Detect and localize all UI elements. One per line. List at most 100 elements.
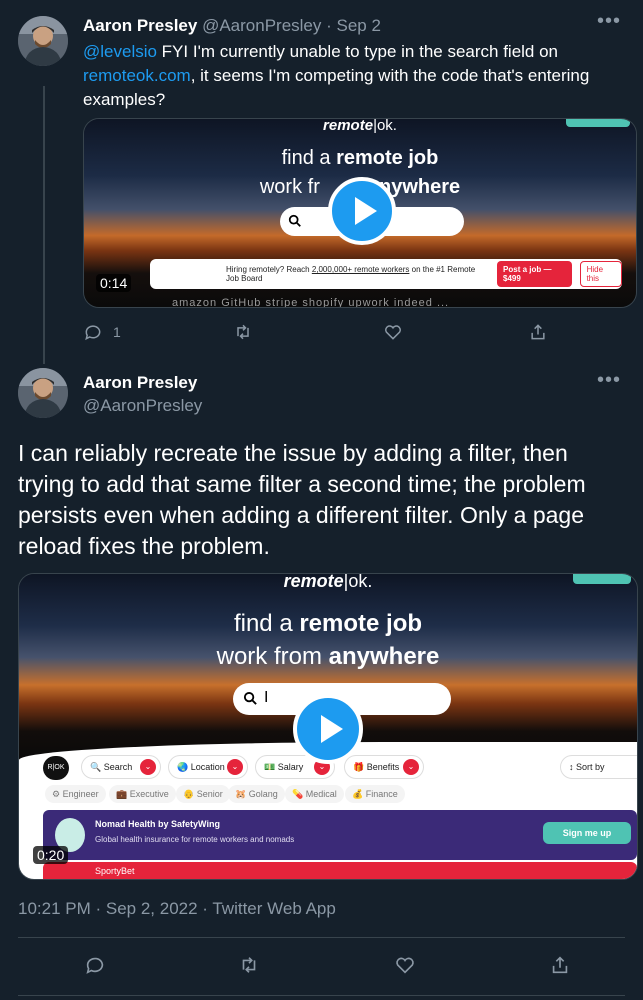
video-player[interactable]: remote|ok. find a remote job work from a… (18, 573, 638, 880)
sort-by[interactable]: ↕ Sort by (560, 755, 637, 779)
play-icon[interactable] (328, 177, 396, 245)
search-icon (243, 691, 257, 705)
sign-me-up-button[interactable]: Sign me up (543, 822, 631, 844)
filter-label: Benefits (366, 762, 400, 772)
headline-part: find a (233, 610, 300, 637)
tag-label: Senior (196, 789, 223, 799)
tag-label: Golang (248, 789, 278, 799)
reply-button[interactable]: 1 (83, 322, 121, 342)
more-icon[interactable]: ••• (597, 369, 621, 392)
hiring-banner: Hiring remotely? Reach 2,000,000+ remote… (150, 259, 623, 289)
tweet-date[interactable]: · Sep 2 (326, 16, 381, 35)
author-name[interactable]: Aaron Presley (83, 373, 197, 393)
tag-engineer[interactable]: ⚙ Engineer (45, 785, 106, 803)
video-player[interactable]: remote|ok. find a remote job work fr anyw… (83, 118, 637, 308)
like-icon (396, 957, 414, 974)
like-icon (385, 325, 401, 340)
reply-icon (85, 325, 101, 341)
tweet-text: I can reliably recreate the issue by add… (18, 440, 586, 559)
chevron-down-icon: ⌄ (227, 759, 243, 775)
avatar[interactable] (18, 368, 68, 418)
tag-label: Executive (129, 789, 169, 799)
share-icon (531, 324, 545, 340)
search-icon (288, 214, 301, 227)
tag-finance[interactable]: 💰 Finance (345, 785, 405, 803)
headline-part: work fr (259, 176, 320, 198)
avatar[interactable] (18, 16, 68, 66)
chevron-down-icon: ⌄ (140, 759, 156, 775)
sort-label: Sort by (576, 762, 605, 772)
hiring-text-part: Hiring remotely? Reach (226, 265, 312, 274)
remoteok-logo: remote|ok. (84, 118, 636, 134)
headline-1: find a remote job (84, 147, 636, 170)
author-name[interactable]: Aaron Presley (83, 16, 197, 35)
logo-text: |ok. (343, 573, 373, 591)
remoteok-logo: remote|ok. (19, 573, 637, 592)
headline-part: work from (216, 643, 329, 670)
tweet-text-part: FYI I'm currently unable to type in the … (156, 42, 559, 61)
more-icon[interactable]: ••• (597, 10, 621, 33)
post-job-button[interactable]: Post a job — $499 (497, 261, 572, 287)
filter-location[interactable]: 🌏 Location ⌄ (168, 755, 248, 779)
company-name: SportyBet (95, 866, 135, 876)
tag-senior[interactable]: 👴 Senior (176, 785, 230, 803)
retweet-icon (242, 957, 256, 973)
play-icon[interactable] (293, 694, 363, 764)
retweet-button[interactable] (238, 954, 260, 976)
tag-label: Engineer (62, 789, 99, 799)
filter-label: Search (103, 762, 133, 772)
hiring-text-part: on the (409, 265, 437, 274)
headline-1: find a remote job (19, 610, 637, 638)
divider (18, 995, 625, 996)
mention-link[interactable]: @levelsio (83, 42, 157, 61)
headline-part: remote job (336, 147, 439, 169)
retweet-button[interactable] (233, 322, 253, 342)
retweet-icon (237, 324, 249, 340)
logo-text: remote (283, 573, 344, 591)
tag-executive[interactable]: 💼 Executive (109, 785, 176, 803)
chevron-down-icon: ⌄ (403, 759, 419, 775)
tweet-1[interactable]: Aaron Presley @AaronPresley · Sep 2 ••• … (0, 0, 643, 364)
banner-title: Nomad Health by SafetyWing (95, 819, 220, 829)
author-handle[interactable]: @AaronPresley (202, 16, 321, 35)
filter-label: Location (190, 762, 225, 772)
share-button[interactable] (528, 322, 548, 342)
author-handle[interactable]: @AaronPresley (83, 396, 202, 416)
url-link[interactable]: remoteok.com (83, 66, 191, 85)
headline-2: work from anywhere (19, 643, 637, 671)
like-button[interactable] (383, 322, 403, 342)
avatar-image-icon (18, 368, 68, 418)
headline-part: find a (281, 147, 337, 169)
tag-medical[interactable]: 💊 Medical (285, 785, 344, 803)
remoteok-mini-logo[interactable]: R|OK (43, 756, 69, 780)
brand-logos: amazon GitHub stripe shopify upwork inde… (172, 297, 450, 308)
reply-count: 1 (113, 324, 121, 340)
tweet-text: @levelsio FYI I'm currently unable to ty… (83, 40, 613, 112)
tag-label: Finance (365, 789, 398, 799)
hiring-text-part: 2,000,000+ remote workers (311, 265, 410, 274)
share-button[interactable] (549, 954, 571, 976)
hide-button[interactable]: Hide this (579, 261, 623, 287)
job-row[interactable]: SportyBet (43, 862, 637, 879)
like-button[interactable] (394, 954, 416, 976)
filter-search[interactable]: 🔍 Search ⌄ (81, 755, 161, 779)
reply-icon (86, 957, 104, 974)
divider (18, 937, 625, 938)
search-cursor: I (264, 689, 269, 706)
logo-text: remote (323, 118, 374, 134)
tweet-timestamp[interactable]: 10:21 PM · Sep 2, 2022 · Twitter Web App (18, 899, 336, 919)
share-icon (552, 956, 568, 974)
banner-subtitle: Global health insurance for remote worke… (95, 835, 295, 844)
filter-benefits[interactable]: 🎁 Benefits ⌄ (344, 755, 424, 779)
avatar-image-icon (18, 16, 68, 66)
headline-part: anywhere (328, 643, 440, 670)
headline-part: remote job (299, 610, 423, 637)
tag-golang[interactable]: 🐹 Golang (228, 785, 285, 803)
logo-text: |ok. (373, 118, 397, 134)
video-duration: 0:20 (33, 846, 69, 864)
tag-label: Medical (305, 789, 337, 799)
filter-label: Salary (277, 762, 304, 772)
sponsor-banner[interactable]: Nomad Health by SafetyWing Global health… (43, 810, 637, 860)
reply-button[interactable] (84, 954, 106, 976)
video-duration: 0:14 (96, 274, 132, 292)
